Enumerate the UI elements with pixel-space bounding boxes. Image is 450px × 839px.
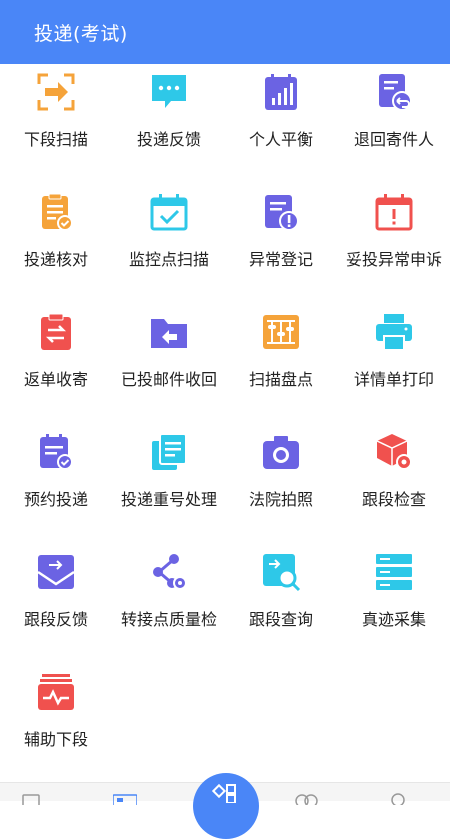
menu-item-label: 辅助下段 <box>23 730 88 749</box>
menu-item-delivery-exception-appeal[interactable]: 妥投异常申诉 <box>338 172 450 292</box>
menu-item-label: 跟段查询 <box>248 610 313 629</box>
chat-bubble-icon <box>149 72 189 112</box>
menu-item-segment-query[interactable]: 跟段查询 <box>225 532 337 652</box>
menu-item-label: 返单收寄 <box>23 370 88 389</box>
balance-chart-icon <box>261 72 301 112</box>
camera-icon <box>261 432 301 472</box>
menu-item-label: 跟段检查 <box>361 490 426 509</box>
package-gear-icon <box>374 432 414 472</box>
menu-item-label: 异常登记 <box>248 250 313 269</box>
duplicate-documents-icon <box>149 432 189 472</box>
menu-item-detail-form-print[interactable]: 详情单打印 <box>338 292 450 412</box>
appointment-calendar-icon <box>36 432 76 472</box>
pulse-inbox-icon <box>36 672 76 712</box>
folder-return-icon <box>149 312 189 352</box>
return-document-icon <box>374 72 414 112</box>
printer-icon <box>374 312 414 352</box>
home-tab-icon[interactable] <box>19 791 43 805</box>
menu-item-label: 真迹采集 <box>361 610 426 629</box>
menu-item-segment-inspection[interactable]: 跟段检查 <box>338 412 450 532</box>
exchange-clipboard-icon <box>36 312 76 352</box>
menu-item-scheduled-delivery[interactable]: 预约投递 <box>0 412 112 532</box>
abacus-icon <box>261 312 301 352</box>
page-title: 投递(考试) <box>34 23 128 45</box>
clipboard-check-icon <box>36 192 76 232</box>
app-header: 投递(考试) <box>0 0 450 64</box>
inbox-envelope-icon <box>36 552 76 592</box>
menu-item-label: 详情单打印 <box>353 370 434 389</box>
calendar-check-icon <box>149 192 189 232</box>
menu-item-return-receipt[interactable]: 返单收寄 <box>0 292 112 412</box>
menu-item-label: 投递核对 <box>23 250 88 269</box>
profile-tab-icon[interactable] <box>386 791 410 805</box>
menu-grid: 下段扫描 投递反馈 个人平衡 退回寄件人 投递核对 监控点扫描 异常登记 妥投异… <box>0 64 450 782</box>
server-list-icon <box>374 552 414 592</box>
menu-item-duplicate-number-handling[interactable]: 投递重号处理 <box>113 412 225 532</box>
center-action-icon[interactable] <box>193 773 259 839</box>
menu-item-assisted-next-segment[interactable]: 辅助下段 <box>0 652 112 772</box>
menu-item-label: 扫描盘点 <box>248 370 313 389</box>
menu-item-label: 预约投递 <box>23 490 88 509</box>
menu-item-label: 法院拍照 <box>248 490 313 509</box>
menu-item-label: 投递反馈 <box>136 130 201 149</box>
menu-item-court-photo[interactable]: 法院拍照 <box>225 412 337 532</box>
menu-item-label: 监控点扫描 <box>128 250 209 269</box>
menu-item-label: 退回寄件人 <box>353 130 434 149</box>
menu-item-label: 投递重号处理 <box>120 490 217 509</box>
messages-tab-icon[interactable] <box>294 791 318 805</box>
menu-item-personal-balance[interactable]: 个人平衡 <box>225 64 337 172</box>
share-nodes-gear-icon <box>149 552 189 592</box>
scan-arrow-icon <box>36 72 76 112</box>
menu-item-delivery-feedback[interactable]: 投递反馈 <box>113 64 225 172</box>
menu-item-return-to-sender[interactable]: 退回寄件人 <box>338 64 450 172</box>
menu-item-label: 下段扫描 <box>23 130 88 149</box>
menu-item-exception-registration[interactable]: 异常登记 <box>225 172 337 292</box>
menu-item-delivery-check[interactable]: 投递核对 <box>0 172 112 292</box>
calendar-alert-icon <box>374 192 414 232</box>
warning-document-icon <box>261 192 301 232</box>
bottom-tab-bar <box>0 773 450 839</box>
menu-item-label: 跟段反馈 <box>23 610 88 629</box>
menu-item-next-segment-scan[interactable]: 下段扫描 <box>0 64 112 172</box>
menu-item-label: 妥投异常申诉 <box>345 250 442 269</box>
menu-item-segment-feedback[interactable]: 跟段反馈 <box>0 532 112 652</box>
menu-item-label: 转接点质量检 <box>120 610 217 629</box>
menu-item-handwriting-collection[interactable]: 真迹采集 <box>338 532 450 652</box>
menu-item-label: 个人平衡 <box>248 130 313 149</box>
menu-item-transfer-point-quality-check[interactable]: 转接点质量检 <box>113 532 225 652</box>
search-document-icon <box>261 552 301 592</box>
menu-item-label: 已投邮件收回 <box>120 370 217 389</box>
menu-item-delivered-mail-recall[interactable]: 已投邮件收回 <box>113 292 225 412</box>
menu-item-scan-inventory[interactable]: 扫描盘点 <box>225 292 337 412</box>
menu-item-monitoring-point-scan[interactable]: 监控点扫描 <box>113 172 225 292</box>
apps-tab-icon[interactable] <box>113 791 137 805</box>
